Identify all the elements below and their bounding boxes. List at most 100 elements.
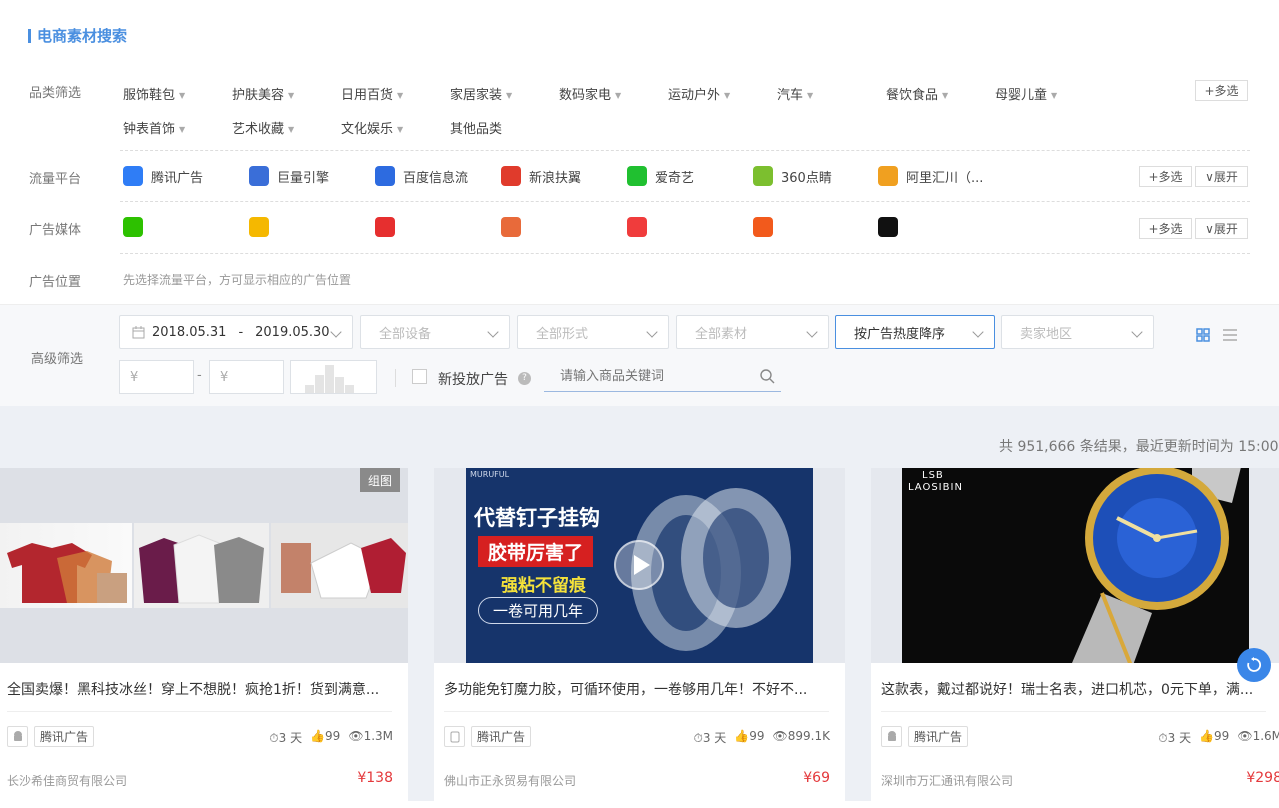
category-item[interactable]: 数码家电 ▼	[559, 84, 621, 103]
date-start: 2018.05.31	[152, 324, 227, 340]
media-item[interactable]	[249, 217, 277, 237]
chevron-down-icon: ▼	[179, 125, 186, 134]
chevron-down-icon	[646, 326, 658, 338]
media-item[interactable]	[627, 217, 655, 237]
category-item[interactable]: 护肤美容 ▼	[232, 84, 294, 103]
category-item[interactable]: 艺术收藏 ▼	[232, 118, 294, 137]
platform-tag: 腾讯广告	[908, 726, 969, 747]
category-item[interactable]: 运动户外 ▼	[668, 84, 730, 103]
keyword-search-field[interactable]	[544, 362, 781, 392]
search-icon[interactable]	[759, 368, 775, 384]
ad-title[interactable]: 多功能免钉魔力胶，可循环使用，一卷够用几年！不好不...	[444, 679, 834, 699]
media-item[interactable]	[375, 217, 403, 237]
ad-image: MURUFUL 代替钉子挂钩 胶带厉害了 强粘不留痕 一卷可用几年	[434, 468, 845, 663]
platform-item[interactable]: 百度信息流	[375, 166, 468, 186]
category-item[interactable]: 其他品类	[450, 118, 502, 137]
platform-item[interactable]: 腾讯广告	[123, 166, 203, 186]
chevron-down-icon	[1131, 326, 1143, 338]
new-ad-label[interactable]: 新投放广告	[438, 369, 508, 389]
platform-item[interactable]: 360点睛	[753, 166, 832, 186]
price-histogram[interactable]	[290, 360, 377, 394]
material-select[interactable]: 全部素材	[676, 315, 829, 349]
ad-card[interactable]: MURUFUL 代替钉子挂钩 胶带厉害了 强粘不留痕 一卷可用几年 多功能免钉魔…	[434, 468, 845, 808]
platform-item[interactable]: 爱奇艺	[627, 166, 694, 186]
keyword-input[interactable]	[544, 362, 744, 390]
media-item[interactable]	[123, 217, 151, 237]
play-icon[interactable]	[614, 540, 664, 590]
result-summary: 共 951,666 条结果，最近更新时间为 15:00	[999, 439, 1279, 455]
category-item[interactable]: 文化娱乐 ▼	[341, 118, 403, 137]
device-select[interactable]: 全部设备	[360, 315, 510, 349]
platform-multi-select-button[interactable]: +多选	[1139, 166, 1192, 187]
platform-label: 腾讯广告	[151, 170, 204, 186]
platform-expand-button[interactable]: ∨展开	[1195, 166, 1248, 187]
category-item[interactable]: 日用百货 ▼	[341, 84, 403, 103]
chevron-down-icon: ▼	[179, 91, 186, 100]
platform-item[interactable]: 阿里汇川（...	[878, 166, 983, 186]
chevron-down-icon: ▼	[1051, 91, 1058, 100]
thumb-subline: 强粘不留痕	[501, 576, 586, 596]
category-item[interactable]: 母婴儿童 ▼	[995, 84, 1057, 103]
views-stat: 👁1.6M	[1237, 729, 1279, 743]
region-select[interactable]: 卖家地区	[1001, 315, 1154, 349]
media-expand-button[interactable]: ∨展开	[1195, 218, 1248, 239]
chevron-down-icon	[972, 326, 984, 338]
thumb-icon: 👍	[1199, 729, 1215, 743]
price-min-input[interactable]: ¥	[119, 360, 194, 394]
ad-stats: ⏱3 天 👍99 👁899.1K	[693, 729, 830, 746]
media-multi-select-button[interactable]: +多选	[1139, 218, 1192, 239]
platform-label: 360点睛	[781, 170, 832, 186]
duration-stat: ⏱3 天	[1158, 731, 1192, 745]
divider	[120, 253, 1250, 254]
iqiyi-icon	[627, 166, 647, 186]
ad-card[interactable]: LSB LAOSIBIN 这款表，戴过都说好！瑞士名表，进口机芯，0元下单，满.…	[871, 468, 1279, 808]
platform-tag: 腾讯广告	[471, 726, 532, 747]
date-separator: -	[238, 324, 244, 340]
grid-view-icon[interactable]	[1196, 327, 1210, 346]
qzone-icon	[249, 217, 269, 237]
duration-stat: ⏱3 天	[269, 731, 303, 745]
video-thumbnail[interactable]: MURUFUL 代替钉子挂钩 胶带厉害了 强粘不留痕 一卷可用几年	[466, 468, 813, 663]
chevron-down-icon	[487, 326, 499, 338]
media-item[interactable]	[501, 217, 529, 237]
company-name[interactable]: 佛山市正永贸易有限公司	[444, 772, 576, 789]
company-name[interactable]: 深圳市万汇通讯有限公司	[881, 772, 1013, 789]
sort-select[interactable]: 按广告热度降序	[835, 315, 995, 349]
thumb-icon: 👍	[310, 729, 326, 743]
category-item[interactable]: 汽车 ▼	[777, 84, 813, 103]
company-name[interactable]: 长沙希佳商贸有限公司	[7, 772, 127, 789]
sina-icon	[501, 166, 521, 186]
eye-icon: 👁	[772, 729, 788, 743]
price-max-input[interactable]: ¥	[209, 360, 284, 394]
product-image	[0, 523, 132, 608]
media-item[interactable]	[878, 217, 906, 237]
media-item[interactable]	[753, 217, 781, 237]
list-view-icon[interactable]	[1222, 327, 1238, 346]
ad-title[interactable]: 全国卖爆！黑科技冰丝！穿上不想脱！疯抢1折！货到满意...	[7, 679, 397, 699]
new-ad-checkbox[interactable]	[412, 369, 427, 384]
platform-item[interactable]: 新浪扶翼	[501, 166, 581, 186]
form-select[interactable]: 全部形式	[517, 315, 669, 349]
page-title: 电商素材搜索	[28, 25, 127, 46]
views-stat: 👁899.1K	[772, 729, 830, 743]
divider	[395, 369, 396, 387]
watch-illustration	[1072, 468, 1241, 663]
chevron-down-icon: ▼	[288, 125, 295, 134]
duration-stat: ⏱3 天	[693, 731, 727, 745]
category-multi-select-button[interactable]: +多选	[1195, 80, 1248, 101]
category-item[interactable]: 家居家装 ▼	[450, 84, 512, 103]
ad-title[interactable]: 这款表，戴过都说好！瑞士名表，进口机芯，0元下单，满...	[881, 679, 1271, 699]
help-icon[interactable]: ?	[518, 372, 531, 385]
product-price: ¥298	[1246, 770, 1279, 786]
date-range-picker[interactable]: 2018.05.31 - 2019.05.30	[119, 315, 353, 349]
ad-card[interactable]: 组图 全国卖爆！黑科技冰丝！穿上不想脱！疯抢1折！货到满意... 腾讯广告 ⏱3…	[0, 468, 408, 808]
chevron-down-icon: ▼	[615, 91, 622, 100]
category-item[interactable]: 餐饮食品 ▼	[886, 84, 948, 103]
position-hint: 先选择流量平台，方可显示相应的广告位置	[123, 273, 352, 287]
platform-label: 百度信息流	[403, 170, 469, 186]
product-image: LSB LAOSIBIN	[902, 468, 1249, 663]
category-item[interactable]: 钟表首饰 ▼	[123, 118, 185, 137]
platform-item[interactable]: 巨量引擎	[249, 166, 329, 186]
category-item[interactable]: 服饰鞋包 ▼	[123, 84, 185, 103]
refresh-float-button[interactable]	[1237, 648, 1271, 682]
